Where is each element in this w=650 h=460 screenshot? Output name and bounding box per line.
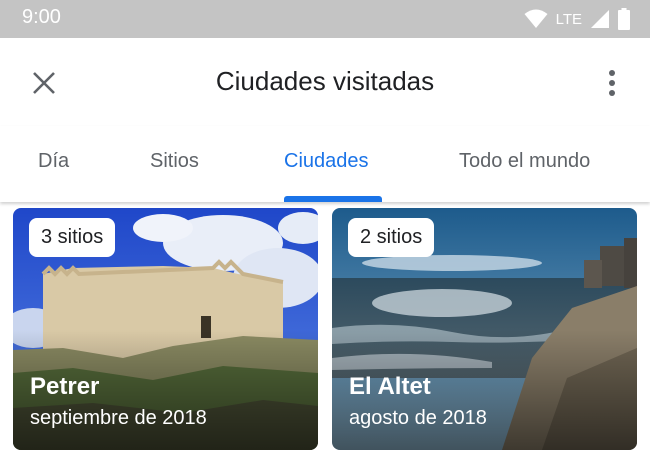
city-name: Petrer — [30, 373, 100, 400]
places-count-badge: 2 sitios — [348, 218, 435, 257]
network-label: LTE — [555, 10, 582, 28]
wifi-icon — [524, 9, 548, 28]
tab-sitios[interactable]: Sitios — [150, 150, 199, 173]
city-date: agosto de 2018 — [349, 407, 487, 429]
tab-ciudades[interactable]: Ciudades — [284, 150, 369, 173]
tab-bar: Día Sitios Ciudades Todo el mundo — [0, 126, 650, 202]
city-card-petrer[interactable]: 3 sitios Petrer septiembre de 2018 — [13, 208, 318, 450]
status-icons: LTE — [524, 8, 630, 30]
more-vert-icon — [609, 70, 615, 96]
places-count-badge: 3 sitios — [29, 218, 116, 257]
city-name: El Altet — [349, 373, 431, 400]
tab-dia[interactable]: Día — [38, 150, 69, 173]
cities-grid: 3 sitios Petrer septiembre de 2018 2 sit… — [0, 202, 650, 460]
status-time: 9:00 — [22, 6, 61, 28]
page-title: Ciudades visitadas — [215, 66, 435, 96]
status-bar: 9:00 LTE — [0, 0, 650, 38]
city-date: septiembre de 2018 — [30, 407, 207, 429]
more-options-button[interactable] — [600, 63, 624, 103]
signal-icon — [591, 10, 609, 28]
city-card-el-altet[interactable]: 2 sitios El Altet agosto de 2018 — [332, 208, 637, 450]
battery-icon — [618, 8, 630, 30]
tab-todo-el-mundo[interactable]: Todo el mundo — [459, 150, 590, 173]
active-tab-indicator — [284, 196, 382, 202]
app-bar: Ciudades visitadas — [0, 38, 650, 126]
